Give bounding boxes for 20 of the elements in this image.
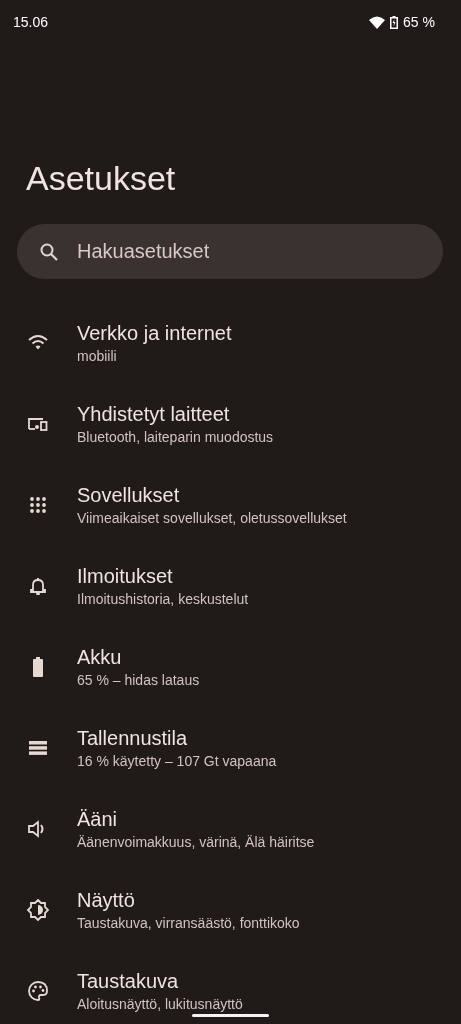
- settings-item[interactable]: Yhdistetyt laitteet Bluetooth, laiteparin muodostus: [0, 383, 461, 464]
- settings-item[interactable]: Ilmoitukset Ilmoitushistoria, keskustelut: [0, 545, 461, 626]
- settings-item[interactable]: Ääni Äänenvoimakkuus, värinä, Älä häiritse: [0, 788, 461, 869]
- settings-item[interactable]: Tallennustila 16 % käytetty – 107 Gt vapaana: [0, 707, 461, 788]
- search-bar[interactable]: Hakuasetukset: [17, 224, 443, 279]
- wifi-icon: [369, 15, 386, 29]
- settings-item[interactable]: Sovellukset Viimeaikaiset sovellukset, oletussovellukset: [0, 464, 461, 545]
- palette-icon: [26, 978, 50, 1003]
- search-icon: [39, 241, 59, 262]
- settings-item[interactable]: Taustakuva Aloitusnäyttö, lukitusnäyttö: [0, 950, 461, 1024]
- gesture-handle[interactable]: [192, 1014, 269, 1017]
- settings-item[interactable]: Näyttö Taustakuva, virransäästö, fonttikoko: [0, 869, 461, 950]
- settings-item[interactable]: Verkko ja internet mobiili: [0, 302, 461, 383]
- battery-percentage: 65 %: [403, 14, 435, 30]
- battery-icon: [390, 15, 399, 29]
- page-title: Asetukset: [25, 158, 177, 198]
- clock: 15.06: [13, 14, 49, 30]
- settings-item[interactable]: Akku 65 % – hidas lataus: [0, 626, 461, 707]
- search-field[interactable]: Hakuasetukset: [75, 239, 421, 264]
- brightness-icon: [26, 897, 50, 922]
